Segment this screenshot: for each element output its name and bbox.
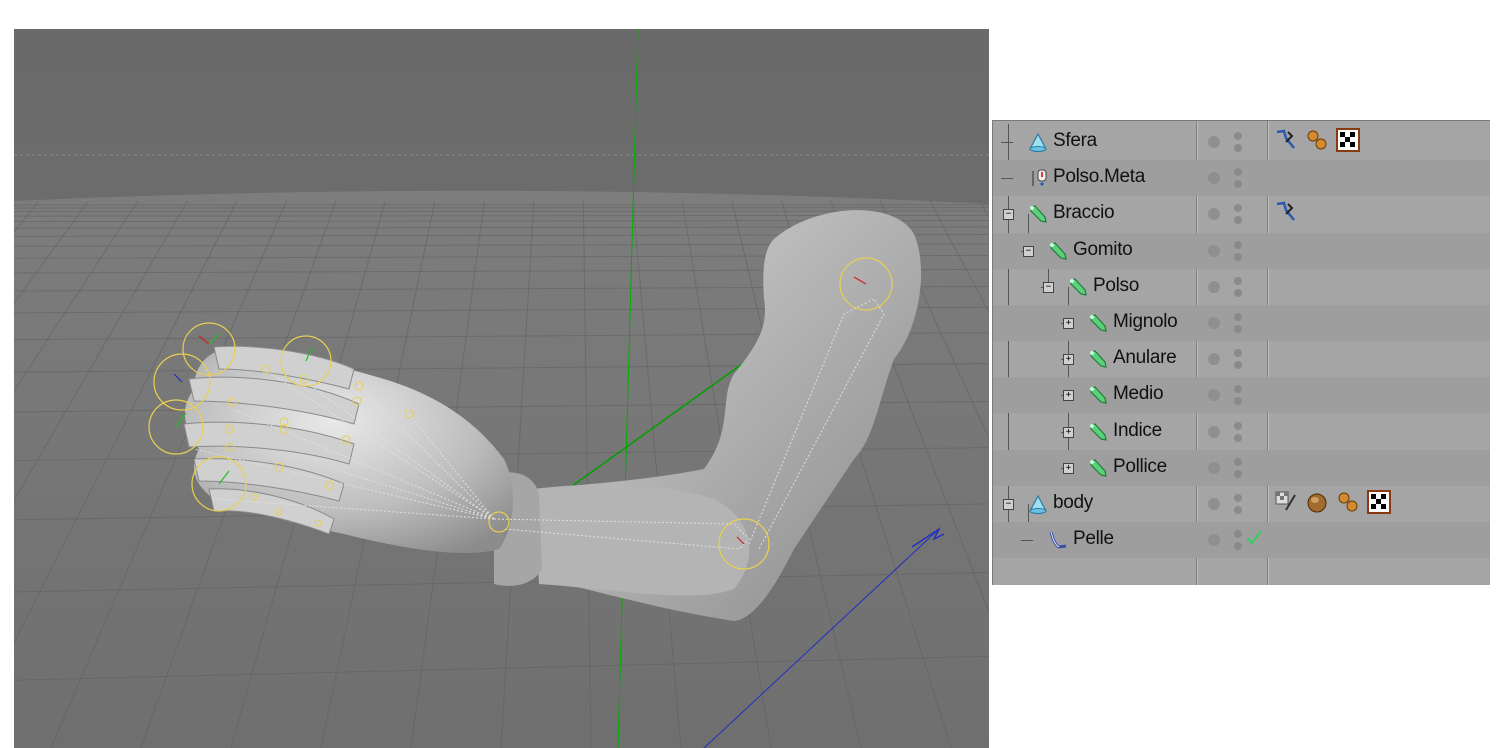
texture-tag-icon[interactable] — [1274, 490, 1298, 514]
checker-texture-icon[interactable] — [1367, 490, 1391, 514]
object-name[interactable]: Pelle — [1073, 528, 1114, 550]
object-row-sfera[interactable]: Sfera — [993, 124, 1490, 160]
object-row-medio[interactable]: + Medio — [993, 377, 1490, 414]
tree-connector — [1001, 142, 1013, 143]
object-row-braccio[interactable]: − Braccio — [993, 196, 1490, 232]
material-spheres-icon[interactable] — [1305, 128, 1329, 152]
object-row-gomito[interactable]: − Gomito — [993, 232, 1490, 269]
editor-visibility-dot[interactable] — [1234, 132, 1242, 140]
object-name[interactable]: Gomito — [1073, 239, 1133, 261]
viewport-scene — [14, 29, 989, 748]
object-name[interactable]: Mignolo — [1113, 311, 1178, 333]
editor-visibility-dot[interactable] — [1234, 276, 1242, 285]
bone-icon — [1067, 276, 1089, 298]
render-visibility-dot[interactable] — [1234, 252, 1242, 261]
object-name[interactable]: Medio — [1113, 383, 1164, 405]
editor-visibility-dot[interactable] — [1234, 530, 1242, 539]
bone-icon — [1087, 348, 1109, 370]
render-visibility-dot[interactable] — [1234, 433, 1242, 442]
visibility-dot[interactable] — [1208, 389, 1220, 402]
expand-toggle[interactable]: + — [1063, 462, 1074, 474]
render-visibility-dot[interactable] — [1234, 469, 1242, 478]
object-name[interactable]: Anulare — [1113, 347, 1177, 369]
cone-object-icon — [1027, 131, 1049, 153]
expand-toggle[interactable]: + — [1063, 426, 1074, 438]
bone-icon — [1087, 457, 1109, 479]
object-row-indice[interactable]: + Indice — [993, 414, 1490, 450]
visibility-dot[interactable] — [1208, 280, 1220, 293]
object-row-pollice[interactable]: + Pollice — [993, 449, 1490, 486]
visibility-dot[interactable] — [1208, 534, 1220, 547]
render-visibility-dot[interactable] — [1234, 542, 1242, 551]
object-row-body[interactable]: − body — [993, 486, 1490, 522]
bone-icon — [1047, 240, 1069, 262]
object-name[interactable]: Polso — [1093, 275, 1139, 297]
visibility-dot[interactable] — [1208, 244, 1220, 257]
object-name[interactable]: body — [1053, 492, 1093, 514]
render-visibility-dot[interactable] — [1234, 361, 1242, 370]
enabled-check-icon[interactable] — [1245, 528, 1263, 546]
collapse-toggle[interactable]: − — [1023, 245, 1034, 257]
checker-texture-icon[interactable] — [1336, 128, 1360, 152]
object-row-polso-meta[interactable]: Polso.Meta — [993, 160, 1490, 197]
expand-toggle[interactable]: + — [1063, 390, 1074, 402]
render-visibility-dot[interactable] — [1234, 144, 1242, 152]
tree-connector — [1021, 540, 1033, 542]
3d-viewport[interactable] — [14, 29, 989, 748]
render-visibility-dot[interactable] — [1234, 216, 1242, 225]
bone-icon — [1087, 421, 1109, 443]
ik-tag-icon[interactable] — [1274, 128, 1298, 152]
object-manager[interactable]: Sfera Polso.Meta − Braccio − Gomito − Polso + Mig… — [992, 120, 1490, 585]
object-name[interactable]: Braccio — [1053, 202, 1115, 224]
object-name[interactable]: Polso.Meta — [1053, 166, 1145, 188]
editor-visibility-dot[interactable] — [1234, 168, 1242, 177]
visibility-dot[interactable] — [1208, 425, 1220, 438]
editor-visibility-dot[interactable] — [1234, 457, 1242, 466]
cone-object-icon — [1027, 493, 1049, 515]
collapse-toggle[interactable]: − — [1043, 281, 1054, 293]
visibility-dot[interactable] — [1208, 461, 1220, 474]
editor-visibility-dot[interactable] — [1234, 494, 1242, 502]
editor-visibility-dot[interactable] — [1234, 349, 1242, 358]
visibility-dot[interactable] — [1208, 317, 1220, 329]
bone-icon — [1087, 312, 1109, 334]
collapse-toggle[interactable]: − — [1003, 499, 1014, 510]
skin-deformer-icon — [1047, 529, 1069, 551]
visibility-dot[interactable] — [1208, 136, 1220, 148]
editor-visibility-dot[interactable] — [1234, 204, 1242, 213]
tree-connector — [1001, 178, 1013, 180]
render-visibility-dot[interactable] — [1234, 325, 1242, 333]
material-spheres-icon[interactable] — [1336, 490, 1360, 514]
ik-tag-icon[interactable] — [1274, 200, 1298, 224]
bone-icon — [1027, 203, 1049, 225]
collapse-toggle[interactable]: − — [1003, 209, 1014, 221]
visibility-dot[interactable] — [1208, 172, 1220, 185]
render-visibility-dot[interactable] — [1234, 288, 1242, 297]
render-visibility-dot[interactable] — [1234, 506, 1242, 514]
null-object-icon — [1027, 167, 1049, 189]
object-row-polso[interactable]: − Polso — [993, 269, 1490, 305]
object-row-anulare[interactable]: + Anulare — [993, 341, 1490, 377]
expand-toggle[interactable]: + — [1063, 354, 1074, 366]
editor-visibility-dot[interactable] — [1234, 385, 1242, 394]
object-row-pelle[interactable]: Pelle — [993, 522, 1490, 559]
wood-material-icon[interactable] — [1305, 490, 1329, 514]
bone-icon — [1087, 384, 1109, 406]
forearm-mesh — [534, 484, 750, 596]
object-name[interactable]: Indice — [1113, 420, 1162, 442]
object-name[interactable]: Sfera — [1053, 130, 1097, 152]
visibility-dot[interactable] — [1208, 208, 1220, 221]
object-name[interactable]: Pollice — [1113, 456, 1167, 478]
visibility-dot[interactable] — [1208, 353, 1220, 366]
visibility-dot[interactable] — [1208, 498, 1220, 510]
object-row-mignolo[interactable]: + Mignolo — [993, 305, 1490, 341]
editor-visibility-dot[interactable] — [1234, 240, 1242, 249]
editor-visibility-dot[interactable] — [1234, 421, 1242, 430]
editor-visibility-dot[interactable] — [1234, 313, 1242, 321]
render-visibility-dot[interactable] — [1234, 397, 1242, 406]
render-visibility-dot[interactable] — [1234, 180, 1242, 189]
expand-toggle[interactable]: + — [1063, 318, 1074, 329]
